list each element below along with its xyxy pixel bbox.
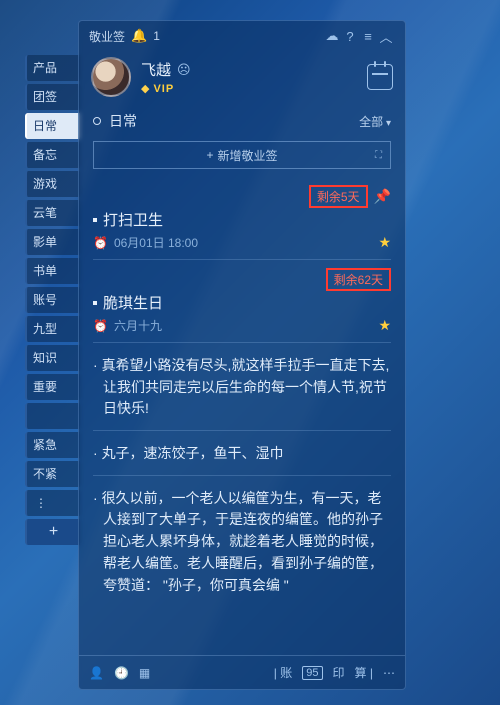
- note-title: 打扫卫生: [103, 209, 163, 230]
- note-item[interactable]: 剩余5天 📌 打扫卫生 ⏰ 06月01日 18:00 ★: [93, 177, 391, 260]
- note-body: 真希望小路没有尽头,就这样手拉手一直走下去,让我们共同走完以后生命的每一个情人节…: [93, 351, 391, 422]
- side-tab[interactable]: 知识: [25, 345, 80, 371]
- note-item[interactable]: 真希望小路没有尽头,就这样手拉手一直走下去,让我们共同走完以后生命的每一个情人节…: [93, 343, 391, 431]
- bottom-tab[interactable]: 算 |: [355, 664, 373, 681]
- app-name: 敬业签: [89, 28, 125, 45]
- profile-row: 飞越 ☹ ◆ VIP: [79, 51, 405, 107]
- vip-badge: VIP: [153, 83, 174, 95]
- note-item[interactable]: 很久以前，一个老人以编筐为生，有一天，老人接到了大单子，于是连夜的编筐。他的孙子…: [93, 476, 391, 606]
- note-time: 06月01日 18:00: [114, 234, 198, 251]
- side-tab[interactable]: 九型: [25, 316, 80, 342]
- time-icon[interactable]: 🕘: [114, 666, 129, 680]
- titlebar: 敬业签 🔔 1 ☁ ? ≡ ︿: [79, 21, 405, 51]
- side-tab-add[interactable]: +: [25, 519, 80, 545]
- avatar[interactable]: [91, 57, 131, 97]
- note-item[interactable]: 剩余62天 脆琪生日 ⏰ 六月十九 ★: [93, 260, 391, 343]
- category-dot-icon: [93, 117, 101, 125]
- expand-icon[interactable]: ⛶: [375, 150, 382, 161]
- clock-icon: ⏰: [93, 319, 108, 333]
- note-title: 脆琪生日: [103, 292, 163, 313]
- bottom-tab[interactable]: | 账: [274, 664, 292, 681]
- pin-icon[interactable]: 📌: [374, 188, 391, 205]
- filter-dropdown[interactable]: 全部: [359, 113, 391, 130]
- side-tab[interactable]: 不紧: [25, 461, 80, 487]
- side-tab-active[interactable]: 日常: [25, 113, 80, 139]
- calendar-icon[interactable]: [367, 64, 393, 90]
- bullet-icon: [93, 301, 97, 305]
- menu-icon[interactable]: ≡: [359, 29, 377, 44]
- note-body: 很久以前，一个老人以编筐为生，有一天，老人接到了大单子，于是连夜的编筐。他的孙子…: [93, 484, 391, 598]
- side-tab[interactable]: 游戏: [25, 171, 80, 197]
- bullet-icon: [93, 218, 97, 222]
- calendar-small-icon[interactable]: ▦: [139, 666, 150, 680]
- help-icon[interactable]: ?: [341, 29, 359, 44]
- note-time: 六月十九: [114, 317, 162, 334]
- countdown-badge: 剩余5天: [309, 185, 368, 208]
- side-tab[interactable]: 团签: [25, 84, 80, 110]
- side-tab[interactable]: 重要: [25, 374, 80, 400]
- main-panel: 敬业签 🔔 1 ☁ ? ≡ ︿ 飞越 ☹ ◆ VIP 日常 全部: [78, 20, 406, 690]
- plus-icon: +: [206, 148, 213, 162]
- diamond-icon: ◆: [141, 82, 149, 95]
- note-body: 丸子，速冻饺子，鱼干、湿巾: [93, 439, 391, 467]
- side-tab[interactable]: 备忘: [25, 142, 80, 168]
- side-tab[interactable]: [25, 403, 80, 429]
- notif-count: 1: [153, 29, 160, 43]
- star-icon[interactable]: ★: [378, 317, 391, 334]
- bottom-tab[interactable]: 95: [302, 666, 322, 680]
- bottom-bar: 👤 🕘 ▦ | 账 95 印 算 | ⋯: [79, 655, 405, 689]
- side-tab[interactable]: 书单: [25, 258, 80, 284]
- more-icon[interactable]: ⋯: [383, 666, 395, 680]
- side-tab[interactable]: 账号: [25, 287, 80, 313]
- add-note-label: 新增敬业签: [218, 147, 278, 164]
- username: 飞越: [141, 59, 171, 80]
- side-tab[interactable]: 产品: [25, 55, 80, 81]
- contacts-icon[interactable]: 👤: [89, 666, 104, 680]
- clock-icon: ⏰: [93, 236, 108, 250]
- note-list: 剩余5天 📌 打扫卫生 ⏰ 06月01日 18:00 ★ 剩余62天 脆琪生日: [79, 177, 405, 655]
- note-item[interactable]: 丸子，速冻饺子，鱼干、湿巾: [93, 431, 391, 476]
- sync-icon[interactable]: ☁: [323, 28, 341, 44]
- category-name: 日常: [109, 111, 137, 131]
- collapse-icon[interactable]: ︿: [377, 27, 395, 46]
- bottom-tab[interactable]: 印: [333, 664, 345, 681]
- side-tab-more[interactable]: ⋮: [25, 490, 80, 516]
- category-header: 日常 全部: [79, 107, 405, 137]
- countdown-badge: 剩余62天: [326, 268, 391, 291]
- mood-icon[interactable]: ☹: [177, 62, 191, 78]
- bell-icon[interactable]: 🔔: [131, 28, 147, 44]
- side-tab[interactable]: 云笔: [25, 200, 80, 226]
- side-tab[interactable]: 紧急: [25, 432, 80, 458]
- side-tab[interactable]: 影单: [25, 229, 80, 255]
- star-icon[interactable]: ★: [378, 234, 391, 251]
- add-note-button[interactable]: + 新增敬业签 ⛶: [93, 141, 391, 169]
- side-tab-list: 产品 团签 日常 备忘 游戏 云笔 影单 书单 账号 九型 知识 重要 紧急 不…: [25, 55, 80, 545]
